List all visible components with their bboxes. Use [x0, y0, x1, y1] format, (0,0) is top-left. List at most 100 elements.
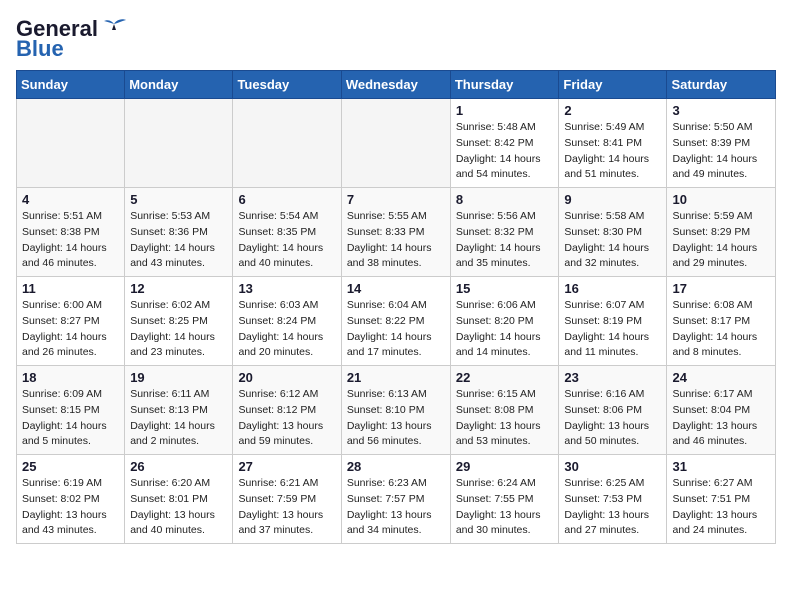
calendar-cell: 1Sunrise: 5:48 AMSunset: 8:42 PMDaylight…: [450, 99, 559, 188]
day-number: 25: [22, 459, 119, 474]
day-sun-info: Sunrise: 5:53 AMSunset: 8:36 PMDaylight:…: [130, 209, 227, 272]
day-number: 10: [672, 192, 770, 207]
day-sun-info: Sunrise: 6:03 AMSunset: 8:24 PMDaylight:…: [238, 298, 335, 361]
calendar-cell: 16Sunrise: 6:07 AMSunset: 8:19 PMDayligh…: [559, 277, 667, 366]
logo: General Blue: [16, 16, 128, 62]
day-sun-info: Sunrise: 6:15 AMSunset: 8:08 PMDaylight:…: [456, 387, 554, 450]
day-sun-info: Sunrise: 6:06 AMSunset: 8:20 PMDaylight:…: [456, 298, 554, 361]
day-number: 26: [130, 459, 227, 474]
calendar-cell: 24Sunrise: 6:17 AMSunset: 8:04 PMDayligh…: [667, 366, 776, 455]
calendar-cell: 31 Sunrise: 6:27 AMSunset: 7:51 PMDayligh…: [667, 455, 776, 544]
day-number: 29: [456, 459, 554, 474]
calendar-cell: 4 Sunrise: 5:51 AMSunset: 8:38 PMDaylight…: [17, 188, 125, 277]
day-number: 6: [238, 192, 335, 207]
day-number: 23: [564, 370, 661, 385]
calendar-cell: 6 Sunrise: 5:54 AMSunset: 8:35 PMDaylight…: [233, 188, 341, 277]
calendar-cell: [233, 99, 341, 188]
day-number: 30: [564, 459, 661, 474]
day-sun-info: Sunrise: 5:55 AMSunset: 8:33 PMDaylight:…: [347, 209, 445, 272]
calendar-cell: 8 Sunrise: 5:56 AMSunset: 8:32 PMDaylight…: [450, 188, 559, 277]
day-sun-info: Sunrise: 6:24 AMSunset: 7:55 PMDaylight:…: [456, 476, 554, 539]
calendar-table: SundayMondayTuesdayWednesdayThursdayFrid…: [16, 70, 776, 544]
calendar-cell: [125, 99, 233, 188]
weekday-header-sunday: Sunday: [17, 71, 125, 99]
day-sun-info: Sunrise: 6:23 AMSunset: 7:57 PMDaylight:…: [347, 476, 445, 539]
day-number: 7: [347, 192, 445, 207]
logo-blue: Blue: [16, 36, 64, 62]
calendar-cell: 22 Sunrise: 6:15 AMSunset: 8:08 PMDayligh…: [450, 366, 559, 455]
weekday-header-monday: Monday: [125, 71, 233, 99]
day-number: 22: [456, 370, 554, 385]
day-number: 27: [238, 459, 335, 474]
day-sun-info: Sunrise: 6:27 AMSunset: 7:51 PMDaylight:…: [672, 476, 770, 539]
calendar-cell: 17Sunrise: 6:08 AMSunset: 8:17 PMDayligh…: [667, 277, 776, 366]
day-number: 19: [130, 370, 227, 385]
day-number: 28: [347, 459, 445, 474]
day-number: 9: [564, 192, 661, 207]
day-sun-info: Sunrise: 6:11 AMSunset: 8:13 PMDaylight:…: [130, 387, 227, 450]
calendar-cell: 18Sunrise: 6:09 AMSunset: 8:15 PMDayligh…: [17, 366, 125, 455]
calendar-cell: [17, 99, 125, 188]
calendar-cell: 27 Sunrise: 6:21 AMSunset: 7:59 PMDayligh…: [233, 455, 341, 544]
calendar-week-row: 25 Sunrise: 6:19 AMSunset: 8:02 PMDayligh…: [17, 455, 776, 544]
calendar-cell: 12Sunrise: 6:02 AMSunset: 8:25 PMDayligh…: [125, 277, 233, 366]
day-sun-info: Sunrise: 6:20 AMSunset: 8:01 PMDaylight:…: [130, 476, 227, 539]
day-number: 14: [347, 281, 445, 296]
calendar-cell: 20Sunrise: 6:12 AMSunset: 8:12 PMDayligh…: [233, 366, 341, 455]
day-number: 15: [456, 281, 554, 296]
day-sun-info: Sunrise: 6:09 AMSunset: 8:15 PMDaylight:…: [22, 387, 119, 450]
day-sun-info: Sunrise: 6:02 AMSunset: 8:25 PMDaylight:…: [130, 298, 227, 361]
day-number: 17: [672, 281, 770, 296]
day-number: 11: [22, 281, 119, 296]
day-sun-info: Sunrise: 5:49 AMSunset: 8:41 PMDaylight:…: [564, 120, 661, 183]
calendar-cell: 29 Sunrise: 6:24 AMSunset: 7:55 PMDayligh…: [450, 455, 559, 544]
day-number: 24: [672, 370, 770, 385]
calendar-header-row: SundayMondayTuesdayWednesdayThursdayFrid…: [17, 71, 776, 99]
calendar-cell: 5 Sunrise: 5:53 AMSunset: 8:36 PMDaylight…: [125, 188, 233, 277]
day-sun-info: Sunrise: 5:54 AMSunset: 8:35 PMDaylight:…: [238, 209, 335, 272]
day-number: 5: [130, 192, 227, 207]
day-sun-info: Sunrise: 5:56 AMSunset: 8:32 PMDaylight:…: [456, 209, 554, 272]
day-sun-info: Sunrise: 6:25 AMSunset: 7:53 PMDaylight:…: [564, 476, 661, 539]
logo-bird-icon: [100, 16, 128, 38]
calendar-week-row: 18Sunrise: 6:09 AMSunset: 8:15 PMDayligh…: [17, 366, 776, 455]
day-number: 16: [564, 281, 661, 296]
weekday-header-saturday: Saturday: [667, 71, 776, 99]
day-number: 13: [238, 281, 335, 296]
day-sun-info: Sunrise: 6:12 AMSunset: 8:12 PMDaylight:…: [238, 387, 335, 450]
calendar-cell: 9Sunrise: 5:58 AMSunset: 8:30 PMDaylight…: [559, 188, 667, 277]
day-sun-info: Sunrise: 6:19 AMSunset: 8:02 PMDaylight:…: [22, 476, 119, 539]
page-header: General Blue: [16, 16, 776, 62]
weekday-header-wednesday: Wednesday: [341, 71, 450, 99]
weekday-header-friday: Friday: [559, 71, 667, 99]
day-sun-info: Sunrise: 5:51 AMSunset: 8:38 PMDaylight:…: [22, 209, 119, 272]
day-number: 3: [672, 103, 770, 118]
calendar-cell: 19 Sunrise: 6:11 AMSunset: 8:13 PMDayligh…: [125, 366, 233, 455]
calendar-week-row: 4 Sunrise: 5:51 AMSunset: 8:38 PMDaylight…: [17, 188, 776, 277]
calendar-cell: 13 Sunrise: 6:03 AMSunset: 8:24 PMDayligh…: [233, 277, 341, 366]
calendar-cell: 7 Sunrise: 5:55 AMSunset: 8:33 PMDaylight…: [341, 188, 450, 277]
day-sun-info: Sunrise: 6:13 AMSunset: 8:10 PMDaylight:…: [347, 387, 445, 450]
calendar-cell: 3 Sunrise: 5:50 AMSunset: 8:39 PMDaylight…: [667, 99, 776, 188]
calendar-cell: 28 Sunrise: 6:23 AMSunset: 7:57 PMDayligh…: [341, 455, 450, 544]
calendar-cell: 14 Sunrise: 6:04 AMSunset: 8:22 PMDayligh…: [341, 277, 450, 366]
day-number: 2: [564, 103, 661, 118]
day-sun-info: Sunrise: 5:50 AMSunset: 8:39 PMDaylight:…: [672, 120, 770, 183]
calendar-cell: 26 Sunrise: 6:20 AMSunset: 8:01 PMDayligh…: [125, 455, 233, 544]
day-sun-info: Sunrise: 6:16 AMSunset: 8:06 PMDaylight:…: [564, 387, 661, 450]
weekday-header-thursday: Thursday: [450, 71, 559, 99]
day-number: 4: [22, 192, 119, 207]
day-sun-info: Sunrise: 6:00 AMSunset: 8:27 PMDaylight:…: [22, 298, 119, 361]
day-sun-info: Sunrise: 6:04 AMSunset: 8:22 PMDaylight:…: [347, 298, 445, 361]
day-sun-info: Sunrise: 5:48 AMSunset: 8:42 PMDaylight:…: [456, 120, 554, 183]
calendar-cell: [341, 99, 450, 188]
day-sun-info: Sunrise: 5:59 AMSunset: 8:29 PMDaylight:…: [672, 209, 770, 272]
weekday-header-tuesday: Tuesday: [233, 71, 341, 99]
calendar-week-row: 1Sunrise: 5:48 AMSunset: 8:42 PMDaylight…: [17, 99, 776, 188]
calendar-cell: 2 Sunrise: 5:49 AMSunset: 8:41 PMDaylight…: [559, 99, 667, 188]
day-number: 8: [456, 192, 554, 207]
day-sun-info: Sunrise: 6:21 AMSunset: 7:59 PMDaylight:…: [238, 476, 335, 539]
calendar-cell: 11 Sunrise: 6:00 AMSunset: 8:27 PMDayligh…: [17, 277, 125, 366]
day-number: 31: [672, 459, 770, 474]
calendar-week-row: 11 Sunrise: 6:00 AMSunset: 8:27 PMDayligh…: [17, 277, 776, 366]
